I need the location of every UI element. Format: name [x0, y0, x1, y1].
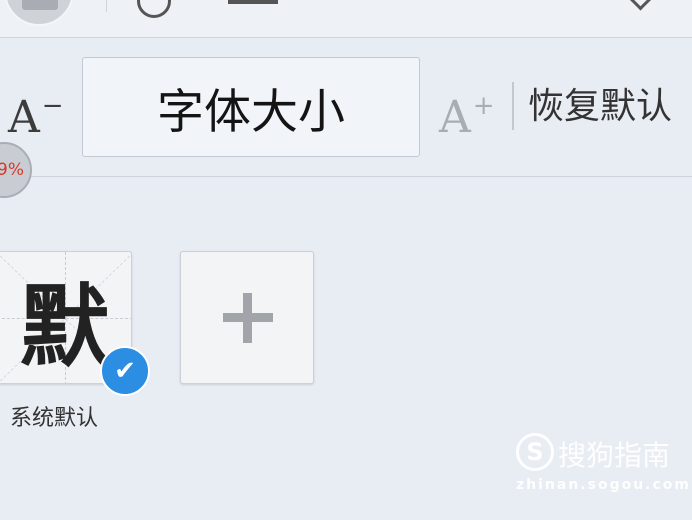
increase-font-letter: A	[439, 92, 471, 143]
vertical-divider	[512, 82, 514, 130]
progress-badge[interactable]: 9%	[0, 142, 32, 198]
chevron-down-icon[interactable]	[628, 0, 653, 11]
add-font-button[interactable]	[180, 251, 314, 384]
clock-icon[interactable]	[137, 0, 171, 18]
watermark-url: zhinan.sogou.com	[516, 477, 691, 493]
sogou-logo-icon: S	[516, 433, 554, 471]
minus-icon: −	[41, 91, 64, 121]
increase-font-button[interactable]: A+	[439, 78, 495, 143]
font-size-preview: 字体大小	[82, 57, 420, 157]
reset-default-button[interactable]: 恢复默认	[528, 82, 672, 132]
menu-icon[interactable]	[228, 0, 278, 4]
font-option-label: 系统默认	[10, 406, 99, 431]
top-toolbar	[0, 0, 692, 38]
check-icon: ✔	[100, 346, 150, 396]
toolbar-divider	[106, 0, 107, 12]
decrease-font-button[interactable]: A−	[8, 78, 64, 143]
decrease-font-letter: A	[8, 92, 40, 143]
avatar[interactable]	[4, 0, 74, 26]
progress-badge-text: 9%	[0, 160, 24, 180]
plus-icon-vertical	[243, 293, 252, 343]
plus-sign-icon: +	[472, 91, 495, 121]
watermark-brand: 搜狗指南	[558, 439, 671, 472]
section-divider	[0, 176, 692, 177]
